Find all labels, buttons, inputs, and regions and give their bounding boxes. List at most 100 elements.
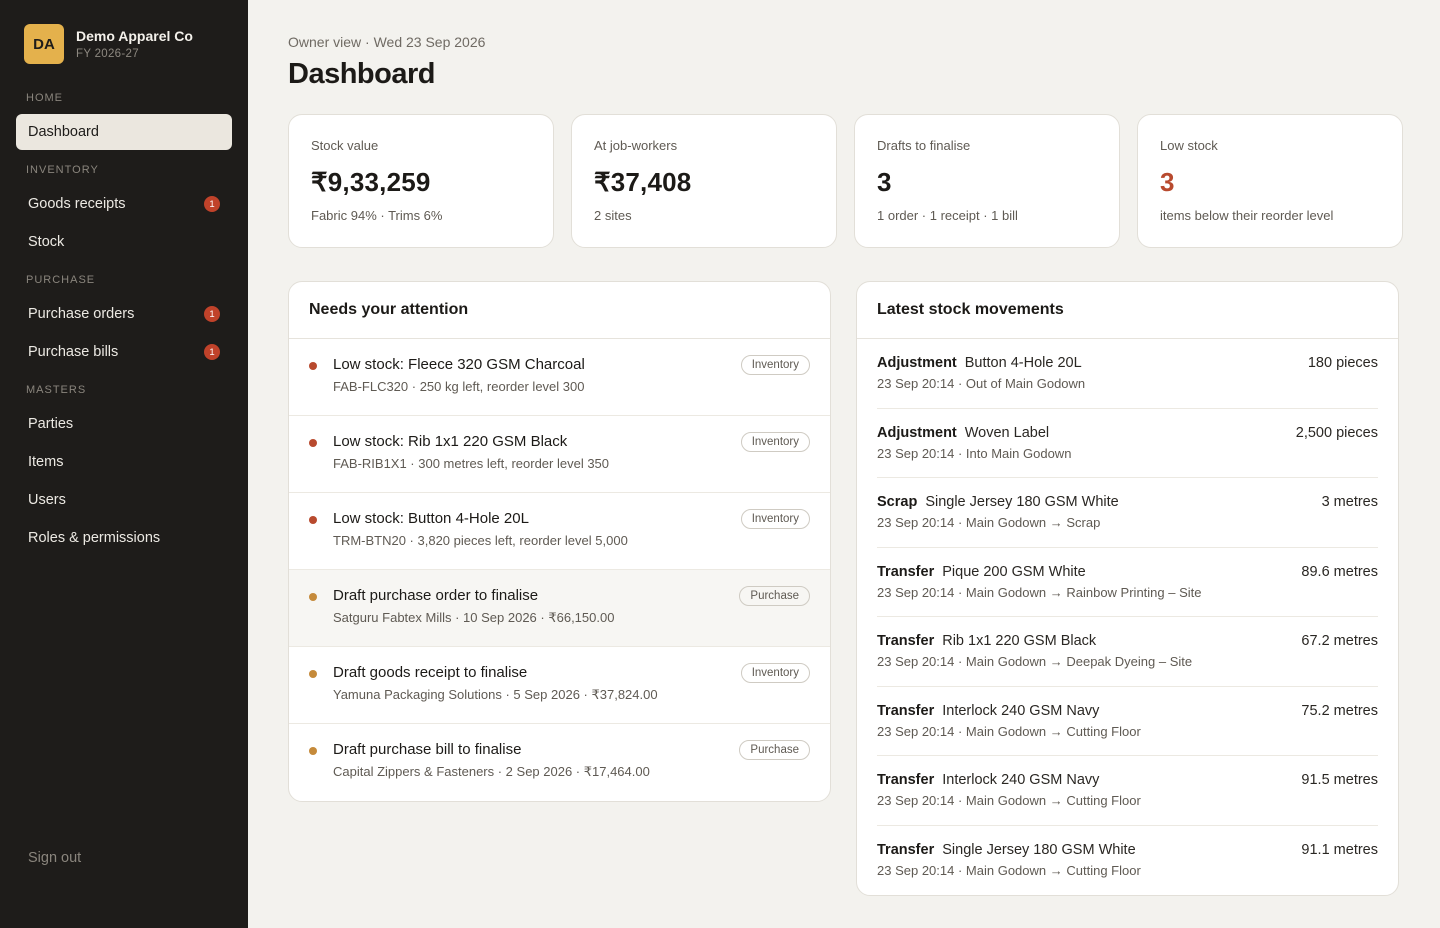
list-item[interactable]: Adjustment Woven Label 2,500 pieces 23 Sep … bbox=[877, 409, 1378, 478]
movement-time: 23 Sep 20:14 bbox=[877, 584, 955, 600]
movement-type: Transfer bbox=[877, 633, 935, 649]
attention-list: Low stock: Fleece 320 GSM Charcoal FAB-FL… bbox=[289, 339, 830, 801]
attention-panel: Needs your attention Low stock: Fleece 3… bbox=[288, 281, 831, 802]
sidebar-item-goods-receipts[interactable]: Goods receipts 1 bbox=[16, 186, 232, 222]
stat-subtext: 1 order · 1 receipt · 1 bill bbox=[877, 208, 1018, 223]
sidebar-item-stock[interactable]: Stock bbox=[16, 224, 232, 260]
list-item[interactable]: Scrap Single Jersey 180 GSM White 3 metres… bbox=[877, 478, 1378, 548]
sidebar-item-dashboard[interactable]: Dashboard bbox=[16, 114, 232, 150]
separator: · bbox=[954, 445, 966, 461]
separator: · bbox=[954, 793, 966, 808]
status-dot bbox=[309, 670, 317, 678]
list-item[interactable]: Draft purchase order to finalise Satguru … bbox=[289, 570, 830, 647]
item-subtext: TRM-BTN20 · 3,820 pieces left, reorder l… bbox=[333, 533, 628, 548]
list-item[interactable]: Transfer Pique 200 GSM White 89.6 metres 23… bbox=[877, 548, 1378, 617]
movement-quantity: 75.2 metres bbox=[1301, 702, 1378, 719]
list-item[interactable]: Transfer Rib 1x1 220 GSM Black 67.2 metres… bbox=[877, 617, 1378, 687]
sidebar-item-purchase-bills[interactable]: Purchase bills 1 bbox=[16, 334, 232, 370]
stat-card-low-stock: Low stock 3 items below their reorder le… bbox=[1137, 114, 1403, 248]
brand[interactable]: DA Demo Apparel Co FY 2026-27 bbox=[16, 24, 232, 64]
item-subtext: Satguru Fabtex Mills · 10 Sep 2026 · ₹66… bbox=[333, 610, 615, 625]
movement-quantity: 3 metres bbox=[1321, 494, 1378, 510]
movement-quantity: 91.1 metres bbox=[1301, 841, 1378, 858]
movement-time: 23 Sep 20:14 bbox=[877, 793, 955, 808]
movement-quantity: 2,500 pieces bbox=[1295, 424, 1378, 441]
sidebar-item-parties[interactable]: Parties bbox=[16, 406, 232, 442]
list-item[interactable]: Low stock: Button 4-Hole 20L TRM-BTN20 · … bbox=[289, 493, 830, 570]
sidebar-item-label: Goods receipts bbox=[28, 196, 126, 212]
item-subtext: Capital Zippers & Fasteners · 2 Sep 2026… bbox=[333, 764, 650, 779]
movement-type: Transfer bbox=[877, 841, 935, 858]
movement-time: 23 Sep 20:14 bbox=[877, 376, 955, 391]
movement-detail: Main Godown → Cutting Floor bbox=[965, 723, 1141, 739]
stat-subtext: items below their reorder level bbox=[1160, 208, 1334, 223]
category-tag: Purchase bbox=[739, 740, 810, 760]
page-subtitle: Owner view · Wed 23 Sep 2026 bbox=[288, 34, 486, 50]
item-subtext: Yamuna Packaging Solutions · 5 Sep 2026 … bbox=[333, 687, 658, 702]
status-dot bbox=[309, 516, 317, 524]
list-item[interactable]: Draft purchase bill to finalise Capital Z… bbox=[289, 724, 830, 801]
movement-time: 23 Sep 20:14 bbox=[877, 862, 955, 878]
movement-quantity: 89.6 metres bbox=[1301, 563, 1378, 580]
list-item[interactable]: Transfer Interlock 240 GSM Navy 75.2 metre… bbox=[877, 687, 1378, 756]
movement-item: Button 4-Hole 20L bbox=[964, 355, 1082, 371]
item-title: Low stock: Rib 1x1 220 GSM Black bbox=[333, 433, 568, 450]
sidebar-item-items[interactable]: Items bbox=[16, 444, 232, 480]
movement-detail: Main Godown → Deepak Dyeing – Site bbox=[965, 654, 1193, 669]
stat-label: Drafts to finalise bbox=[877, 138, 971, 153]
notification-badge: 1 bbox=[204, 196, 220, 212]
movement-detail: Main Godown → Scrap bbox=[965, 515, 1101, 530]
movement-type: Transfer bbox=[877, 702, 935, 719]
sidebar-item-roles-permissions[interactable]: Roles & permissions bbox=[16, 520, 232, 556]
sidebar-item-label: Stock bbox=[28, 234, 65, 250]
nav-section-home: HOME bbox=[26, 92, 63, 104]
stat-value: 3 bbox=[877, 167, 892, 197]
item-title: Low stock: Button 4-Hole 20L bbox=[333, 510, 529, 527]
separator: · bbox=[954, 862, 966, 878]
fiscal-year: FY 2026-27 bbox=[76, 47, 139, 60]
item-subtext: FAB-FLC320 · 250 kg left, reorder level … bbox=[333, 379, 585, 394]
nav-section-masters: MASTERS bbox=[26, 384, 87, 396]
list-item[interactable]: Adjustment Button 4-Hole 20L 180 pieces 23 … bbox=[877, 339, 1378, 409]
sidebar-item-label: Dashboard bbox=[28, 124, 99, 140]
sidebar-item-users[interactable]: Users bbox=[16, 482, 232, 518]
sidebar-item-label: Items bbox=[28, 454, 64, 470]
movement-item: Interlock 240 GSM Navy bbox=[942, 702, 1100, 719]
sidebar-item-label: Users bbox=[28, 492, 66, 508]
list-item[interactable]: Low stock: Fleece 320 GSM Charcoal FAB-FL… bbox=[289, 339, 830, 416]
stat-card-job-workers: At job-workers ₹37,408 2 sites bbox=[571, 114, 837, 248]
movement-type: Scrap bbox=[877, 494, 918, 510]
movement-item: Rib 1x1 220 GSM Black bbox=[942, 633, 1097, 649]
movement-time: 23 Sep 20:14 bbox=[877, 654, 955, 669]
stat-label: Low stock bbox=[1160, 138, 1218, 153]
movements-list: Adjustment Button 4-Hole 20L 180 pieces 23 … bbox=[857, 339, 1398, 895]
movement-detail: Main Godown → Cutting Floor bbox=[965, 793, 1141, 808]
page-title: Dashboard bbox=[288, 58, 435, 90]
list-item[interactable]: Transfer Single Jersey 180 GSM White 91.1 … bbox=[877, 826, 1378, 896]
notification-badge: 1 bbox=[204, 306, 220, 322]
status-dot bbox=[309, 439, 317, 447]
sidebar-item-label: Roles & permissions bbox=[28, 530, 161, 546]
movement-type: Transfer bbox=[877, 563, 935, 580]
item-title: Draft goods receipt to finalise bbox=[333, 664, 528, 681]
status-dot bbox=[309, 747, 317, 755]
list-item[interactable]: Transfer Interlock 240 GSM Navy 91.5 metre… bbox=[877, 756, 1378, 826]
separator: · bbox=[954, 584, 966, 600]
movement-item: Woven Label bbox=[964, 424, 1050, 441]
sidebar-item-label: Purchase bills bbox=[28, 344, 119, 360]
movement-detail: Main Godown → Cutting Floor bbox=[965, 862, 1141, 878]
notification-badge: 1 bbox=[204, 344, 220, 360]
sidebar-item-label: Purchase orders bbox=[28, 306, 135, 322]
movement-quantity: 67.2 metres bbox=[1301, 633, 1378, 649]
stat-cards: Stock value ₹9,33,259 Fabric 94% · Trims… bbox=[288, 114, 1403, 248]
stat-value: ₹37,408 bbox=[594, 167, 692, 197]
movement-item: Pique 200 GSM White bbox=[942, 563, 1086, 580]
list-item[interactable]: Low stock: Rib 1x1 220 GSM Black FAB-RIB1… bbox=[289, 416, 830, 493]
nav-section-inventory: INVENTORY bbox=[26, 164, 99, 176]
movement-time: 23 Sep 20:14 bbox=[877, 445, 955, 461]
list-item[interactable]: Draft goods receipt to finalise Yamuna Pa… bbox=[289, 647, 830, 724]
sidebar-item-purchase-orders[interactable]: Purchase orders 1 bbox=[16, 296, 232, 332]
sign-out-link[interactable]: Sign out bbox=[28, 850, 81, 866]
movement-time: 23 Sep 20:14 bbox=[877, 723, 955, 739]
movement-type: Adjustment bbox=[877, 424, 957, 441]
